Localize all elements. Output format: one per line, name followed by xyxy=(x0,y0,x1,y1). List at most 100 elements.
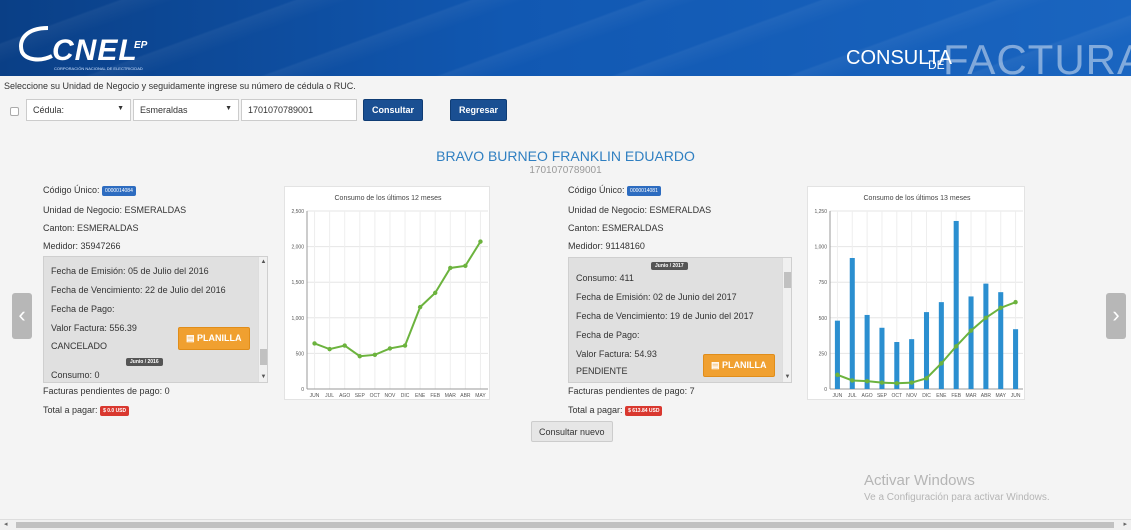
prev-arrow-button[interactable]: ‹ xyxy=(12,293,32,339)
scroll-down-icon: ▼ xyxy=(784,374,791,380)
scroll-right-icon: ▸ xyxy=(1123,521,1127,528)
data-point xyxy=(433,290,438,296)
y-tick-label: 500 xyxy=(296,351,305,357)
bar xyxy=(938,302,944,389)
horizontal-scrollbar[interactable]: ◂ ▸ xyxy=(0,519,1131,530)
x-tick-label: FEB xyxy=(951,393,961,399)
data-point xyxy=(448,265,453,271)
account1-invoice-panel[interactable]: Fecha de Emisión: 05 de Julio del 2016 F… xyxy=(43,256,268,383)
x-tick-label: NOV xyxy=(906,393,918,399)
data-point xyxy=(939,361,944,366)
bar xyxy=(983,283,989,389)
invoice-emision: Fecha de Emisión: 05 de Julio del 2016 xyxy=(51,266,209,276)
scrollbar-thumb[interactable] xyxy=(260,349,267,365)
x-tick-label: MAR xyxy=(965,393,977,399)
option-checkbox[interactable] xyxy=(10,107,19,116)
data-point xyxy=(372,352,378,358)
logo-text: CNEL xyxy=(52,34,138,67)
account1-codigo: Código Único: 0000014084 xyxy=(43,185,136,196)
scroll-down-icon: ▼ xyxy=(260,374,267,380)
back-button[interactable]: Regresar xyxy=(450,99,508,121)
chevron-left-icon: ‹ xyxy=(18,302,26,327)
data-point xyxy=(894,381,900,386)
y-tick-label: 750 xyxy=(819,280,828,286)
bar xyxy=(879,327,885,389)
invoice-status: CANCELADO xyxy=(51,341,108,351)
business-unit-select[interactable]: Esmeraldas ▼ xyxy=(133,99,239,121)
scrollbar-thumb[interactable] xyxy=(784,272,791,288)
x-tick-label: JUN xyxy=(310,393,320,399)
chevron-down-icon: ▼ xyxy=(117,105,124,112)
y-tick-label: 0 xyxy=(301,387,304,393)
scroll-left-icon: ◂ xyxy=(4,521,8,528)
consult-button[interactable]: Consultar xyxy=(363,99,424,121)
chart-title: Consumo de los últimos 13 meses xyxy=(864,195,971,202)
account1-total: Total a pagar: $ 0.0 USD xyxy=(43,405,130,416)
invoice-scrollbar[interactable]: ▲ ▼ xyxy=(258,257,267,382)
planilla-button[interactable]: ▤ PLANILLA xyxy=(178,327,250,350)
x-tick-label: JUL xyxy=(325,393,334,399)
id-input[interactable]: 1701070789001 xyxy=(241,99,357,121)
planilla-button[interactable]: ▤ PLANILLA xyxy=(703,354,775,377)
x-tick-label: OCT xyxy=(370,393,381,399)
total-label: Total a pagar: xyxy=(568,405,623,415)
x-tick-label: ENE xyxy=(415,393,426,399)
invoice-emision: Fecha de Emisión: 02 de Junio del 2017 xyxy=(576,292,737,302)
y-tick-label: 1,000 xyxy=(291,316,304,322)
scrollbar-thumb[interactable] xyxy=(16,522,1114,528)
data-point xyxy=(835,372,840,377)
logo-ep: EP xyxy=(134,40,148,51)
bar xyxy=(968,296,974,389)
data-point xyxy=(357,354,362,359)
logo-subtitle: CORPORACIÓN NACIONAL DE ELECTRICIDAD xyxy=(54,66,143,71)
invoice-date-tag: Junio / 2017 xyxy=(651,262,688,270)
document-icon: ▤ xyxy=(711,360,720,370)
account2-canton: Canton: ESMERALDAS xyxy=(568,223,664,233)
account2-codigo: Código Único: 0000014081 xyxy=(568,185,661,196)
chevron-right-icon: › xyxy=(1112,302,1120,327)
invoice-valor: Valor Factura: 54.93 xyxy=(576,349,657,359)
cnel-logo[interactable]: CNEL EP CORPORACIÓN NACIONAL DE ELECTRIC… xyxy=(16,22,176,71)
y-tick-label: 1,000 xyxy=(814,245,827,251)
next-arrow-button[interactable]: › xyxy=(1106,293,1126,339)
data-point xyxy=(402,343,408,348)
account2-invoice-panel[interactable]: Junio / 2017 Consumo: 411 Fecha de Emisi… xyxy=(568,257,792,383)
data-point xyxy=(879,380,885,385)
data-point xyxy=(417,304,423,310)
doc-type-select[interactable]: Cédula: ▼ xyxy=(26,99,131,121)
data-point xyxy=(953,344,959,349)
data-point xyxy=(463,263,468,269)
y-tick-label: 2,000 xyxy=(291,245,304,251)
invoice-scrollbar[interactable]: ▼ xyxy=(782,258,791,382)
invoice-pago: Fecha de Pago: xyxy=(51,304,115,314)
bar xyxy=(953,220,959,389)
x-tick-label: AGO xyxy=(339,393,350,399)
consult-new-button[interactable]: Consultar nuevo xyxy=(531,421,613,442)
y-tick-label: 250 xyxy=(819,351,828,357)
invoice-date-tag: Junio / 2016 xyxy=(126,358,163,366)
header-banner: CNEL EP CORPORACIÓN NACIONAL DE ELECTRIC… xyxy=(0,0,1131,76)
x-tick-label: DIC xyxy=(401,393,410,399)
customer-name: BRAVO BURNEO FRANKLIN EDUARDO xyxy=(436,148,695,164)
doc-type-value: Cédula: xyxy=(33,105,65,115)
x-tick-label: NOV xyxy=(385,393,397,399)
bar xyxy=(1013,329,1019,389)
invoice-vencimiento: Fecha de Vencimiento: 19 de Junio del 20… xyxy=(576,311,754,321)
data-point xyxy=(983,315,989,320)
account1-medidor: Medidor: 35947266 xyxy=(43,241,121,251)
y-tick-label: 2,500 xyxy=(291,209,304,215)
y-tick-label: 1,500 xyxy=(291,280,304,286)
account2-unidad: Unidad de Negocio: ESMERALDAS xyxy=(568,205,712,215)
x-tick-label: ABR xyxy=(460,393,471,399)
line-chart-svg: Consumo de los últimos 12 meses 0 500 1,000… xyxy=(291,195,488,399)
account1-unidad: Unidad de Negocio: ESMERALDAS xyxy=(43,205,187,215)
codigo-label: Código Único: xyxy=(568,185,625,195)
x-tick-label: AGO xyxy=(862,393,873,399)
activation-watermark-text: Ve a Configuración para activar Windows. xyxy=(864,492,1050,503)
y-tick-label: 1,250 xyxy=(814,209,827,215)
chart-title: Consumo de los últimos 12 meses xyxy=(335,195,442,202)
data-point xyxy=(1013,299,1018,305)
invoice-valor: Valor Factura: 556.39 xyxy=(51,323,137,333)
total-badge: $ 613.84 USD xyxy=(625,405,663,416)
data-point xyxy=(342,343,347,348)
